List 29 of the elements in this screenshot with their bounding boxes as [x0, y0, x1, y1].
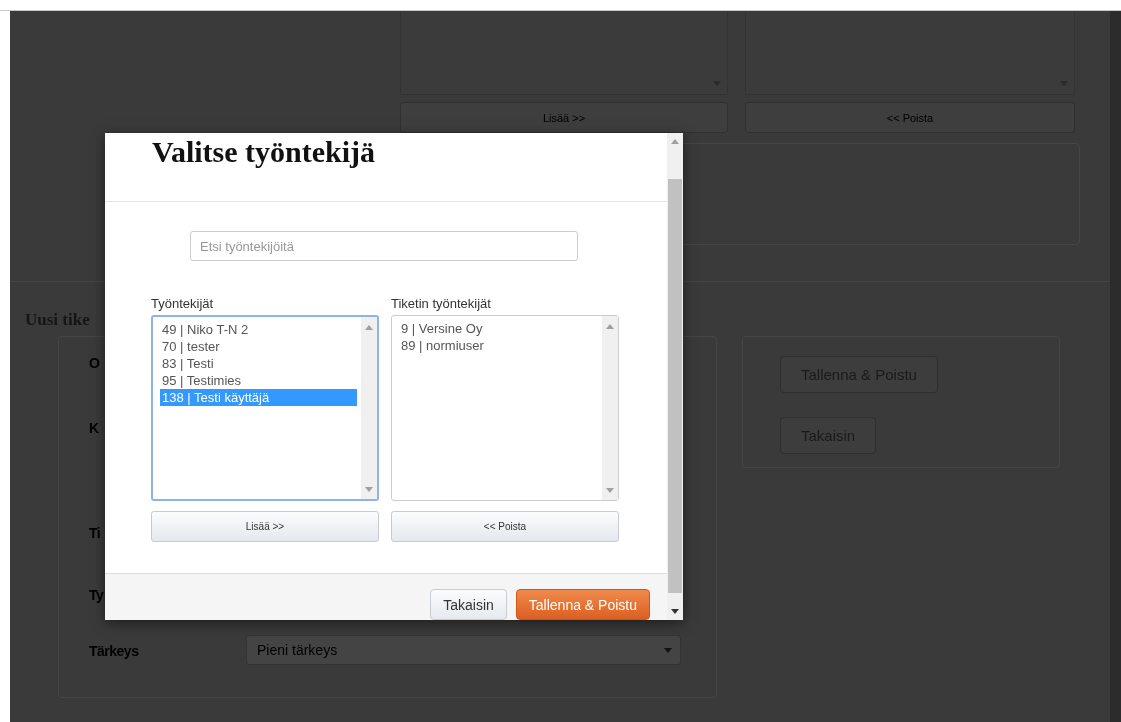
scrollbar[interactable]	[667, 133, 683, 620]
search-field[interactable]: Etsi työntekijöitä	[190, 231, 578, 261]
field-label: O	[89, 355, 100, 371]
list-item[interactable]: 95 | Testimies	[160, 372, 357, 389]
scroll-up-icon[interactable]	[365, 325, 373, 330]
list-label: Tiketin työntekijät	[391, 296, 492, 313]
list-label: Työntekijät	[151, 296, 215, 313]
scrollbar[interactable]	[1110, 11, 1121, 722]
list-box[interactable]	[745, 11, 1075, 95]
field-label: K	[89, 420, 99, 436]
back-button[interactable]: Takaisin	[430, 589, 507, 620]
list-item[interactable]: 83 | Testi	[160, 355, 357, 372]
list-box[interactable]	[400, 11, 728, 95]
dialog-title: Valitse työntekijä	[152, 134, 377, 170]
dropdown-caret-icon[interactable]	[664, 647, 672, 653]
field-label: Ty	[89, 587, 104, 603]
list-box[interactable]: 49 | Niko T-N 2 70 | tester 83 | Testi 95 | Testimies 138 | Testi käyttäjä	[151, 315, 379, 501]
list-item[interactable]: 9 | Versine Oy	[399, 320, 598, 337]
scroll-up-icon[interactable]	[671, 139, 679, 144]
list-item[interactable]: 70 | tester	[160, 338, 357, 355]
list-item[interactable]: 89 | normiuser	[399, 337, 598, 354]
list-button[interactable]: Lisää >>	[151, 511, 379, 542]
field-label: Ti	[89, 525, 101, 541]
list-box[interactable]: 9 | Versine Oy 89 | normiuser	[391, 315, 619, 501]
list-item[interactable]: 49 | Niko T-N 2	[160, 321, 357, 338]
scroll-up-icon[interactable]	[606, 324, 614, 329]
list-button[interactable]: << Poista	[391, 511, 619, 542]
field-label: Tärkeys	[89, 643, 139, 659]
scroll-down-icon[interactable]	[671, 609, 679, 614]
